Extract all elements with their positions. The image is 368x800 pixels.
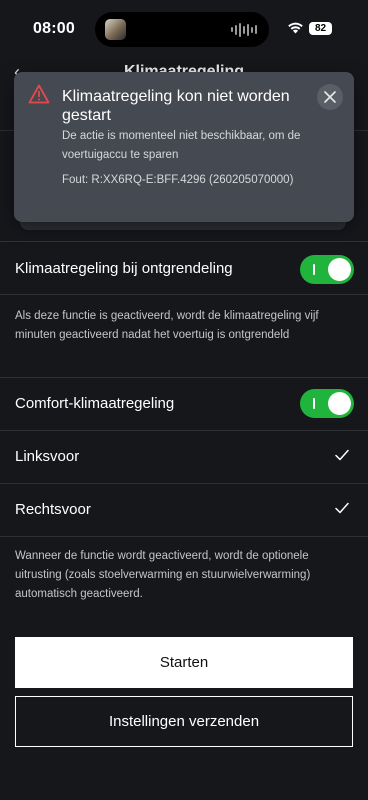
toggle-on-mark-icon [313,398,315,409]
unlock-climate-description: Als deze functie is geactiveerd, wordt d… [15,310,319,341]
checkmark-icon [335,502,349,514]
unlock-climate-toggle[interactable] [300,255,354,284]
alert-close-button[interactable] [317,84,343,110]
close-icon [324,91,336,103]
error-alert: Klimaatregeling kon niet worden gestart … [14,72,354,222]
battery-indicator: 82 [309,22,332,35]
status-time: 08:00 [33,20,75,37]
comfort-climate-description: Wanneer de functie wordt geactiveerd, wo… [15,550,311,600]
row-divider [0,377,368,378]
warning-triangle-icon [28,84,50,104]
checkmark-icon [335,449,349,461]
row-divider [0,430,368,431]
row-divider [0,536,368,537]
row-divider [0,294,368,295]
row-divider [0,483,368,484]
alert-error-code: Fout: R:XX6RQ-E:BFF.4296 (260205070000) [62,174,294,186]
now-playing-artwork [105,19,126,40]
alert-message: De actie is momenteel niet beschikbaar, … [62,130,301,161]
audio-waveform-icon [231,22,257,37]
row-divider [0,241,368,242]
status-bar: 08:00 82 [0,0,368,58]
send-settings-button[interactable]: Instellingen verzenden [15,696,353,747]
option-label: Rechtsvoor [15,501,91,518]
comfort-climate-toggle[interactable] [300,389,354,418]
comfort-climate-label: Comfort-klimaatregeling [15,395,175,412]
wifi-icon [288,22,303,34]
start-button[interactable]: Starten [15,637,353,688]
dynamic-island[interactable] [95,12,269,47]
alert-title: Klimaatregeling kon niet worden gestart [62,88,290,124]
toggle-knob [328,258,351,281]
toggle-knob [328,392,351,415]
unlock-climate-label: Klimaatregeling bij ontgrendeling [15,260,233,277]
toggle-on-mark-icon [313,264,315,275]
option-label: Linksvoor [15,448,80,465]
